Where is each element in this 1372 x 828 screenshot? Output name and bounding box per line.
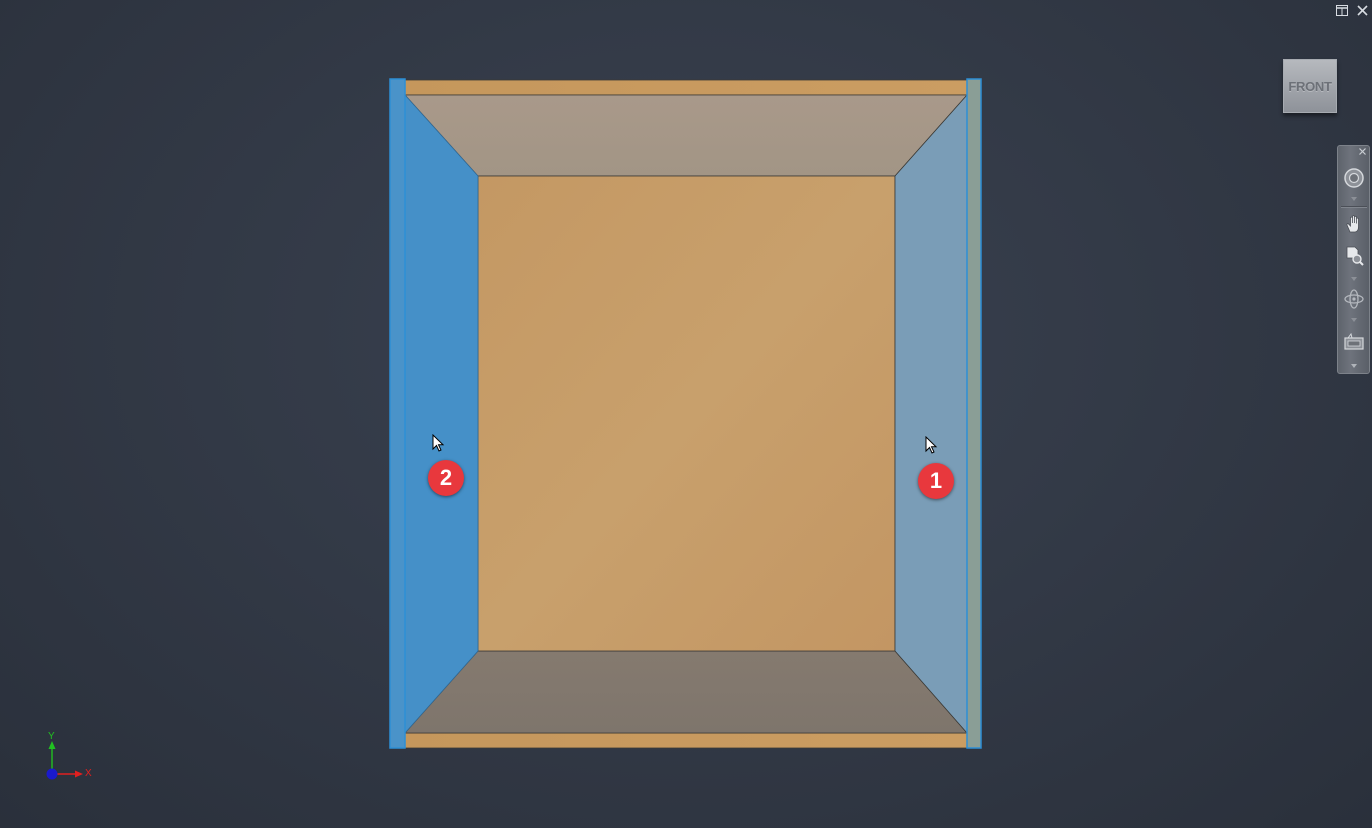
close-icon[interactable] (1358, 147, 1367, 156)
top-panel-inner-face[interactable] (404, 94, 968, 177)
pan-icon[interactable] (1342, 212, 1366, 236)
step-marker-2: 2 (428, 460, 464, 496)
mouse-cursor-icon (432, 434, 445, 452)
axis-triad: Y X (40, 731, 100, 784)
graphics-viewport[interactable]: 2 1 (0, 0, 1372, 828)
viewcube-front-face[interactable]: FRONT (1283, 59, 1337, 113)
y-axis-label: Y (48, 731, 55, 742)
left-side-panel-edge[interactable] (389, 78, 406, 749)
viewport-window-controls (1334, 2, 1370, 18)
top-panel-edge[interactable] (404, 79, 968, 96)
chevron-down-icon[interactable] (1351, 197, 1357, 201)
window-tile-icon[interactable] (1334, 2, 1350, 18)
chevron-down-icon[interactable] (1351, 277, 1357, 281)
left-side-panel-face[interactable] (404, 93, 479, 735)
close-icon[interactable] (1354, 2, 1370, 18)
back-panel[interactable] (477, 175, 896, 652)
bottom-panel-edge[interactable] (404, 732, 968, 749)
orbit-icon[interactable] (1342, 287, 1366, 311)
mouse-cursor-icon (925, 436, 938, 454)
x-axis-label: X (85, 768, 92, 779)
divider (1341, 206, 1367, 208)
chevron-down-icon[interactable] (1351, 318, 1357, 322)
viewcube-face-label: FRONT (1288, 78, 1332, 94)
navigation-bar (1337, 145, 1370, 374)
right-side-panel-face[interactable] (894, 93, 968, 735)
bottom-panel-inner-face[interactable] (404, 650, 968, 734)
cabinet-model[interactable] (0, 0, 1372, 828)
zoom-window-icon[interactable] (1342, 244, 1366, 268)
customize-menu-icon[interactable] (1351, 364, 1357, 368)
right-side-panel-edge[interactable] (966, 78, 982, 749)
step-marker-1: 1 (918, 463, 954, 499)
full-navigation-wheel-icon[interactable] (1342, 166, 1366, 190)
look-at-icon[interactable] (1342, 330, 1366, 354)
